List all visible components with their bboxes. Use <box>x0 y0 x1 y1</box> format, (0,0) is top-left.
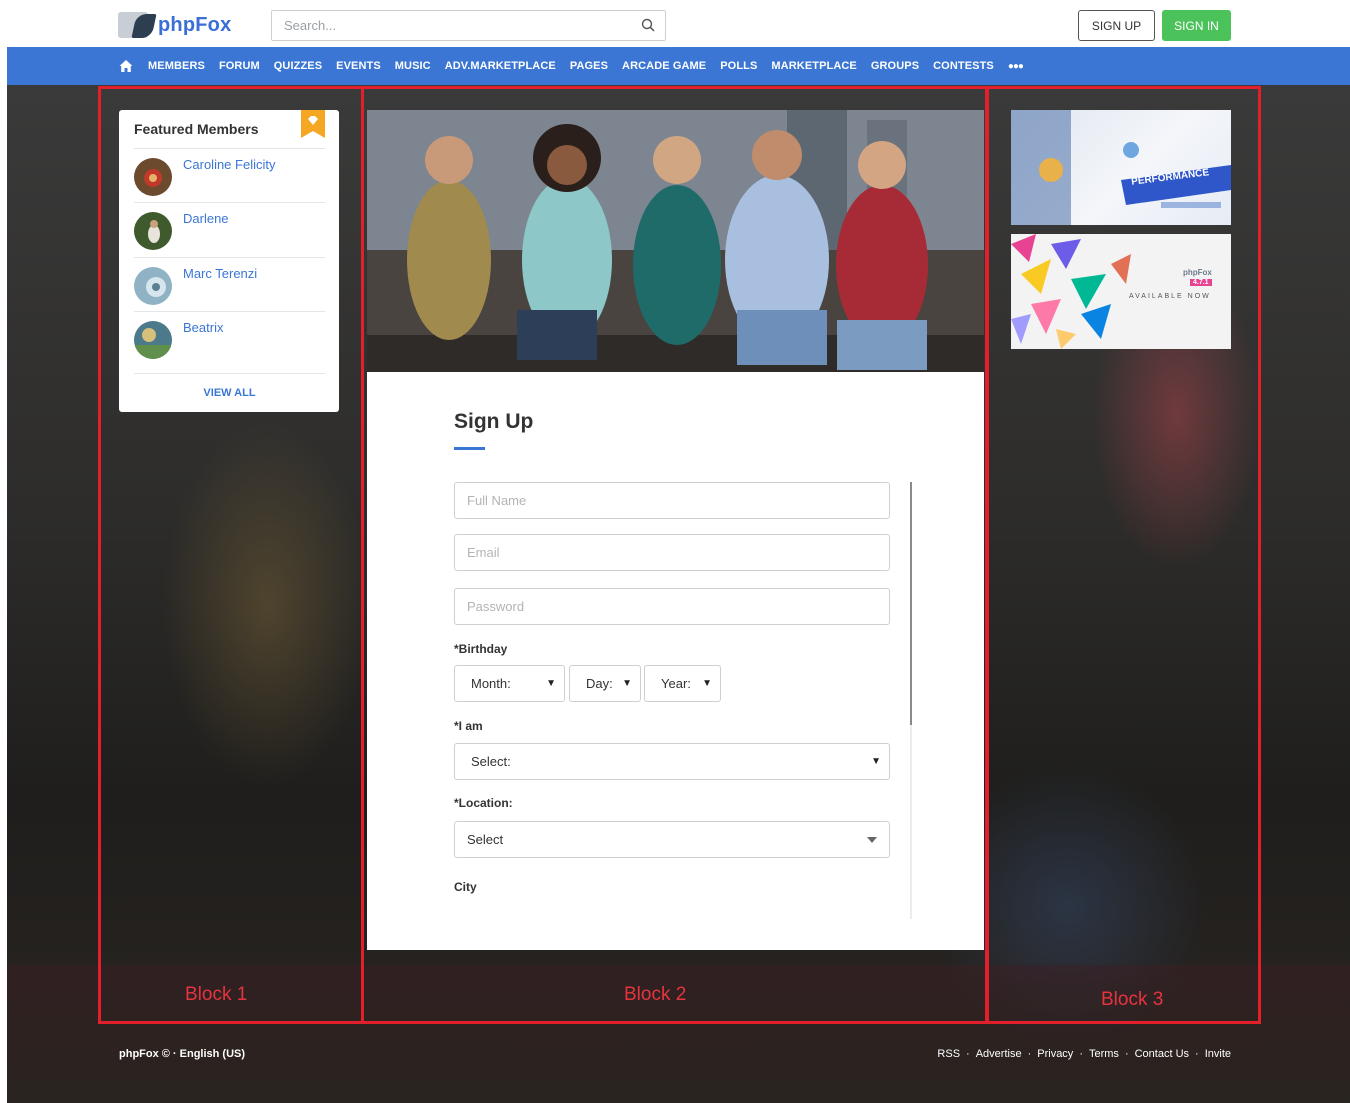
footer-link-rss[interactable]: RSS <box>937 1048 960 1060</box>
home-icon[interactable] <box>119 59 133 73</box>
main-navigation: MEMBERS FORUM QUIZZES EVENTS MUSIC ADV.M… <box>7 47 1350 85</box>
nav-item-pages[interactable]: PAGES <box>570 60 608 72</box>
nav-item-contests[interactable]: CONTESTS <box>933 60 994 72</box>
more-menu-icon[interactable]: ●●● <box>1008 61 1024 72</box>
block-1-outline <box>98 86 364 1024</box>
signin-button[interactable]: SIGN IN <box>1162 10 1231 41</box>
footer-separator: · <box>1079 1048 1083 1060</box>
phpfox-logo-icon <box>118 10 157 40</box>
footer-link-contact-us[interactable]: Contact Us <box>1135 1048 1189 1060</box>
search-icon[interactable] <box>641 18 655 32</box>
footer-link-privacy[interactable]: Privacy <box>1037 1048 1073 1060</box>
block-3-label: Block 3 <box>1101 989 1164 1010</box>
search-box <box>271 10 666 41</box>
footer-link-terms[interactable]: Terms <box>1089 1048 1119 1060</box>
footer-separator: · <box>1124 1048 1129 1060</box>
nav-item-arcade-game[interactable]: ARCADE GAME <box>622 60 706 72</box>
nav-item-members[interactable]: MEMBERS <box>148 60 205 72</box>
block-1-label: Block 1 <box>185 984 248 1005</box>
search-input[interactable] <box>272 11 632 40</box>
block-2-label: Block 2 <box>624 984 687 1005</box>
logo-text: phpFox <box>158 13 232 36</box>
nav-item-polls[interactable]: POLLS <box>720 60 757 72</box>
nav-item-groups[interactable]: GROUPS <box>871 60 919 72</box>
nav-item-marketplace[interactable]: MARKETPLACE <box>771 60 856 72</box>
nav-item-quizzes[interactable]: QUIZZES <box>274 60 322 72</box>
signup-button[interactable]: SIGN UP <box>1078 10 1155 41</box>
nav-item-adv-marketplace[interactable]: ADV.MARKETPLACE <box>445 60 556 72</box>
footer-separator: · <box>1195 1048 1199 1060</box>
footer-link-invite[interactable]: Invite <box>1205 1048 1231 1060</box>
nav-item-music[interactable]: MUSIC <box>395 60 431 72</box>
nav-item-events[interactable]: EVENTS <box>336 60 381 72</box>
nav-item-forum[interactable]: FORUM <box>219 60 260 72</box>
footer-copyright[interactable]: phpFox © · English (US) <box>119 1048 245 1060</box>
logo[interactable]: phpFox <box>118 9 231 41</box>
block-2-outline <box>361 86 989 1024</box>
block-3-outline <box>985 86 1261 1024</box>
footer-link-advertise[interactable]: Advertise <box>976 1048 1022 1060</box>
top-header: phpFox SIGN UP SIGN IN <box>0 0 1350 47</box>
footer-links: RSS · Advertise · Privacy · Terms · Cont… <box>937 1048 1231 1060</box>
footer-separator: · <box>1027 1048 1032 1060</box>
footer-separator: · <box>966 1048 970 1060</box>
